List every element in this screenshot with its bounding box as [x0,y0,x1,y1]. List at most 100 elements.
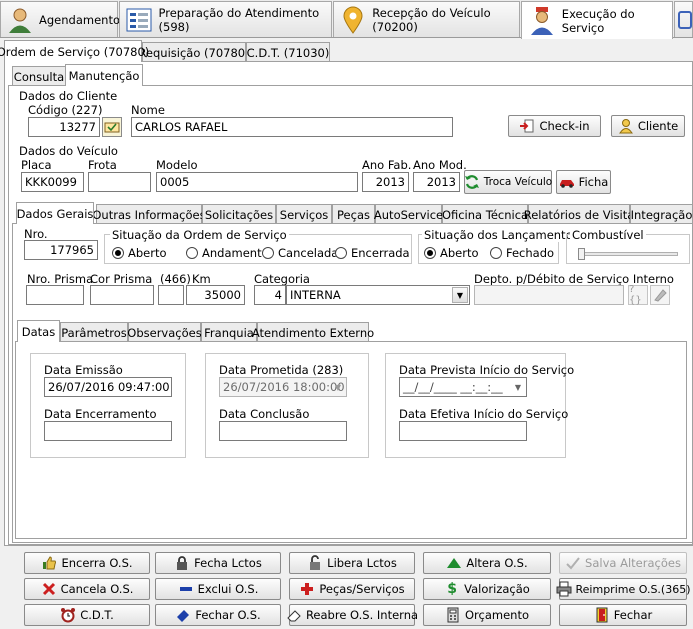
conclusao-input[interactable] [219,421,347,441]
anofab-input[interactable]: 2013 [362,172,409,192]
radio-lanc-aberto[interactable]: Aberto [424,246,479,260]
km-code-input[interactable] [158,285,184,305]
efetiva-label: Data Efetiva Início do Serviço [399,407,569,421]
placa-input[interactable]: KKK0099 [21,172,84,192]
encerramento-input[interactable] [44,421,172,441]
radio-lanc-fechado[interactable]: Fechado [490,246,554,260]
nro-input[interactable]: 177965 [24,240,98,260]
reabre-os-interna-button[interactable]: Reabre O.S. Interna [287,604,418,626]
cdt-button[interactable]: C.D.T. [24,604,150,626]
tab-servicos[interactable]: Serviços [276,204,332,224]
cliente-button[interactable]: Cliente [611,115,685,137]
prometida-input[interactable]: 26/07/2016 18:00:00 ▼ [219,377,347,397]
tab-execucao[interactable]: Execução do Serviço [521,1,673,39]
situacao-lanc-label: Situação dos Lançamentos [422,228,581,242]
tab-franquia[interactable]: Franquia [201,322,257,342]
alarm-clock-icon [60,607,76,623]
calculator-icon [445,607,461,623]
pecas-servicos-button[interactable]: Peças/Serviços [289,578,415,600]
checkin-icon [519,118,535,134]
person-icon [618,118,634,134]
tab-recepcao[interactable]: Recepção do Veículo (70200) [333,1,520,37]
tab-integracao[interactable]: Integração [630,204,693,224]
tab-manutencao[interactable]: Manutenção [65,64,143,86]
car-icon [559,174,575,190]
radio-os-aberto[interactable]: Aberto [112,246,167,260]
anomod-input[interactable]: 2013 [413,172,460,192]
frota-label: Frota [88,158,117,172]
prevista-input[interactable]: __/__/____ __:__:__ ▼ [399,377,527,397]
depto-input[interactable] [474,285,624,305]
tab-solicitacoes[interactable]: Solicitações [202,204,276,224]
cancela-os-button[interactable]: Cancela O.S. [24,578,150,600]
combustivel-label: Combustível [570,228,646,242]
altera-os-button[interactable]: Altera O.S. [423,552,551,574]
combustivel-slider-thumb[interactable] [578,248,585,260]
km-input[interactable]: 35000 [186,285,245,305]
checkin-button[interactable]: Check-in [508,115,601,137]
chevron-down-icon[interactable]: ▼ [331,379,345,395]
radio-os-encerrada[interactable]: Encerrada [335,246,410,260]
cor-prisma-input[interactable] [90,285,154,305]
encerra-os-button[interactable]: Encerra O.S. [24,552,150,574]
tab-datas[interactable]: Datas [17,320,60,342]
combustivel-slider[interactable] [578,252,678,256]
tab-preparacao[interactable]: Preparação do Atendimento (598) [119,1,332,37]
orcamento-button[interactable]: Orçamento [423,604,551,626]
radio-dot [335,247,347,259]
radio-os-cancelada[interactable]: Cancelada [262,246,338,260]
help-lookup-icon[interactable]: ?{} [628,284,648,306]
tab-oficina-tecnica[interactable]: Oficina Técnica [442,204,528,224]
valorizacao-button[interactable]: $ Valorização [423,578,551,600]
chevron-down-icon[interactable]: ▼ [511,379,525,395]
categoria-code-input[interactable]: 4 [254,285,286,305]
exclui-os-button[interactable]: Exclui O.S. [155,578,281,600]
anomod-label: Ano Mod. [413,158,467,172]
tab-pecas[interactable]: Peças [332,204,375,224]
efetiva-input[interactable] [399,421,527,441]
modelo-input[interactable]: 0005 [156,172,358,192]
tab-consulta[interactable]: Consulta [12,66,66,86]
cor-prisma-label: Cor Prisma [90,272,153,286]
fechar-os-button[interactable]: Fechar O.S. [155,604,281,626]
tab-dados-gerais[interactable]: Dados Gerais [16,202,94,224]
tab-parametros[interactable]: Parâmetros [60,322,128,342]
nome-input[interactable]: CARLOS RAFAEL [131,117,453,137]
tab-ordem-servico[interactable]: Ordem de Serviço (70780) [0,40,149,62]
tab-atendimento-externo[interactable]: Atendimento Externo [252,322,374,342]
reimprime-os-button[interactable]: Reimprime O.S.(365) [556,578,691,600]
fecha-lctos-button[interactable]: Fecha Lctos [155,552,281,574]
troca-veiculo-button[interactable]: Troca Veículo [464,170,552,194]
thumbs-up-icon [41,555,57,571]
chevron-down-icon[interactable]: ▼ [452,287,468,303]
radio-os-andamento[interactable]: Andamento [186,246,269,260]
partial-module-icon [678,10,692,29]
veiculo-group-title: Dados do Veículo [19,144,118,158]
frota-input[interactable] [88,172,151,192]
tab-autoservice[interactable]: AutoService [374,204,443,224]
ficha-button[interactable]: Ficha [556,170,611,194]
salva-alteracoes-button[interactable]: Salva Alterações [559,552,687,574]
fechar-button[interactable]: Fechar [559,604,687,626]
count-label: (466) [160,272,191,286]
eraser-lookup-icon[interactable] [650,285,670,305]
unlock-icon [307,555,323,571]
categoria-select[interactable]: INTERNA ▼ [286,285,470,305]
emissao-input[interactable]: 26/07/2016 09:47:00 [44,377,172,397]
tab-next-partial[interactable] [674,1,693,37]
search-cliente-icon[interactable] [102,117,122,137]
encerramento-label: Data Encerramento [44,407,157,421]
plus-icon [299,581,315,597]
tab-requisicao[interactable]: Requisição (70780) [138,42,250,62]
nro-prisma-input[interactable] [26,285,84,305]
x-icon [41,581,57,597]
prevista-label: Data Prevista Início do Serviço [399,363,575,377]
tab-relatorios-visita[interactable]: Relatórios de Visita [524,204,634,224]
tab-cdt[interactable]: C.D.T. (71030) [246,42,330,62]
tab-outras-informacoes[interactable]: Outras Informações [92,204,206,224]
codigo-input[interactable]: 13277 [28,117,100,137]
tab-observacoes[interactable]: Observações [127,322,202,342]
tab-agendamento[interactable]: Agendamento [0,1,120,37]
emissao-label: Data Emissão [44,363,123,377]
libera-lctos-button[interactable]: Libera Lctos [289,552,415,574]
